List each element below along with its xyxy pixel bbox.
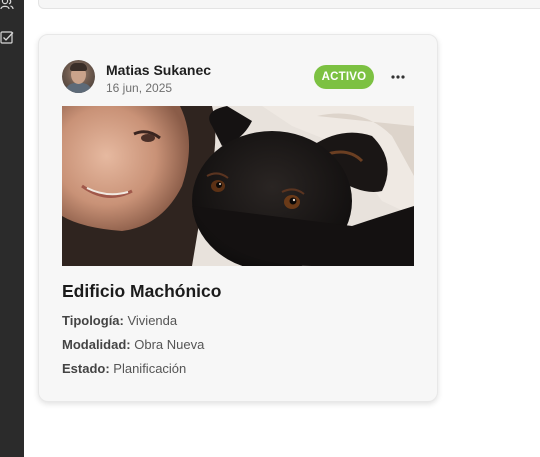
more-options-button[interactable] <box>387 65 409 89</box>
author-name[interactable]: Matias Sukanec <box>106 62 211 78</box>
project-title[interactable]: Edificio Machónico <box>62 281 221 302</box>
status-badge: ACTIVO <box>314 65 374 89</box>
detail-value: Obra Nueva <box>130 337 205 352</box>
sidebar <box>0 0 24 457</box>
detail-label: Estado: <box>62 361 110 376</box>
detail-value: Planificación <box>109 361 187 376</box>
detail-tipologia: Tipología: Vivienda <box>62 313 177 328</box>
post-date: 16 jun, 2025 <box>106 81 173 95</box>
users-icon[interactable] <box>0 0 14 13</box>
checklist-icon[interactable] <box>0 28 14 46</box>
detail-modalidad: Modalidad: Obra Nueva <box>62 337 204 352</box>
project-card[interactable]: Matias Sukanec 16 jun, 2025 ACTIVO Edifi… <box>38 34 438 402</box>
detail-label: Tipología: <box>62 313 124 328</box>
avatar[interactable] <box>62 60 95 93</box>
detail-estado: Estado: Planificación <box>62 361 186 376</box>
detail-value: Vivienda <box>123 313 178 328</box>
top-panel <box>38 0 540 9</box>
more-horizontal-icon <box>391 75 405 79</box>
detail-label: Modalidad: <box>62 337 131 352</box>
project-photo[interactable] <box>62 106 414 266</box>
